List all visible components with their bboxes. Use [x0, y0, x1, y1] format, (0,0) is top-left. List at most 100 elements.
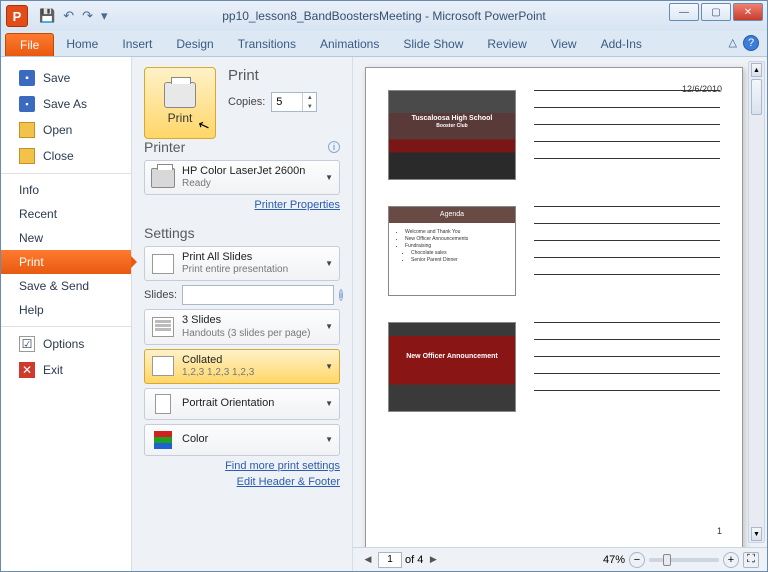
- sidebar-item-open[interactable]: Open: [1, 117, 131, 143]
- printer-icon: [164, 82, 196, 108]
- info-icon[interactable]: i: [339, 289, 343, 301]
- handout-row: Tuscaloosa High SchoolBooster Club: [388, 90, 720, 180]
- copies-input[interactable]: [272, 96, 302, 108]
- tab-insert[interactable]: Insert: [110, 32, 164, 56]
- spinner-up-icon[interactable]: ▲: [303, 93, 316, 102]
- notes-lines: [534, 206, 720, 291]
- sidebar-item-exit[interactable]: ✕Exit: [1, 357, 131, 383]
- app-window: P 💾 ↶ ↷ ▾ pp10_lesson8_BandBoostersMeeti…: [0, 0, 768, 572]
- print-preview-pane: 12/6/2010 1 Tuscaloosa High SchoolBooste…: [353, 57, 767, 571]
- printer-dropdown[interactable]: HP Color LaserJet 2600nReady ▼: [144, 160, 340, 195]
- printer-heading: Printer: [144, 139, 185, 155]
- chevron-down-icon: ▼: [325, 362, 333, 371]
- sidebar-item-info[interactable]: Info: [1, 178, 131, 202]
- title-bar: P 💾 ↶ ↷ ▾ pp10_lesson8_BandBoostersMeeti…: [1, 1, 767, 31]
- sidebar-item-recent[interactable]: Recent: [1, 202, 131, 226]
- chevron-down-icon: ▼: [325, 399, 333, 408]
- zoom-slider[interactable]: [649, 558, 719, 562]
- close-folder-icon: [19, 148, 35, 164]
- chevron-down-icon: ▼: [325, 259, 333, 268]
- current-page-input[interactable]: [378, 552, 402, 568]
- window-title: pp10_lesson8_BandBoostersMeeting - Micro…: [222, 9, 546, 23]
- tab-slideshow[interactable]: Slide Show: [391, 32, 475, 56]
- sidebar-item-options[interactable]: ☑Options: [1, 331, 131, 357]
- open-icon: [19, 122, 35, 138]
- notes-lines: [534, 90, 720, 175]
- slide-thumb-2: Agenda Welcome and Thank YouNew Officer …: [388, 206, 516, 296]
- prev-page-button[interactable]: ◀: [361, 552, 375, 568]
- slides-range-input[interactable]: [182, 285, 334, 305]
- minimize-ribbon-icon[interactable]: △: [729, 36, 737, 49]
- handout-3-icon: [152, 317, 174, 337]
- print-settings-panel: Print ↖ Print Copies: ▲▼ Printeri HP Col…: [131, 57, 353, 571]
- tab-animations[interactable]: Animations: [308, 32, 391, 56]
- handout-row: Agenda Welcome and Thank YouNew Officer …: [388, 206, 720, 296]
- handout-row: New Officer Announcement: [388, 322, 720, 412]
- zoom-slider-handle[interactable]: [663, 554, 671, 566]
- qat-more-icon[interactable]: ▾: [101, 8, 108, 24]
- scroll-up-icon[interactable]: ▲: [751, 63, 762, 77]
- close-button[interactable]: ✕: [733, 3, 763, 21]
- copies-label: Copies:: [228, 96, 265, 108]
- backstage-sidebar: ▪Save ▪Save As Open Close Info Recent Ne…: [1, 57, 131, 571]
- tab-review[interactable]: Review: [475, 32, 538, 56]
- save-as-icon: ▪: [19, 96, 35, 112]
- orientation-dropdown[interactable]: Portrait Orientation ▼: [144, 388, 340, 420]
- slide-thumb-3: New Officer Announcement: [388, 322, 516, 412]
- sidebar-item-save[interactable]: ▪Save: [1, 65, 131, 91]
- cursor-icon: ↖: [196, 116, 213, 136]
- ribbon-tabs: File Home Insert Design Transitions Anim…: [1, 31, 767, 57]
- chevron-down-icon: ▼: [325, 322, 333, 331]
- next-page-button[interactable]: ▶: [426, 552, 440, 568]
- tab-home[interactable]: Home: [54, 32, 110, 56]
- color-dropdown[interactable]: Color ▼: [144, 424, 340, 456]
- chevron-down-icon: ▼: [325, 435, 333, 444]
- scroll-down-icon[interactable]: ▼: [751, 527, 762, 541]
- qat-redo-icon[interactable]: ↷: [82, 8, 93, 24]
- sidebar-item-help[interactable]: Help: [1, 298, 131, 322]
- preview-date: 12/6/2010: [682, 84, 722, 94]
- exit-icon: ✕: [19, 362, 35, 378]
- sidebar-item-saveas[interactable]: ▪Save As: [1, 91, 131, 117]
- zoom-out-button[interactable]: −: [629, 552, 645, 568]
- scroll-thumb[interactable]: [751, 79, 762, 115]
- page-total-label: of 4: [405, 554, 423, 566]
- slides-icon: [152, 254, 174, 274]
- slides-label: Slides:: [144, 289, 177, 301]
- notes-lines: [534, 322, 720, 407]
- tab-file[interactable]: File: [5, 33, 54, 56]
- tab-view[interactable]: View: [539, 32, 589, 56]
- more-settings-link[interactable]: Find more print settings: [144, 460, 340, 472]
- collate-icon: [152, 356, 174, 376]
- tab-transitions[interactable]: Transitions: [226, 32, 308, 56]
- collate-dropdown[interactable]: Collated1,2,3 1,2,3 1,2,3 ▼: [144, 349, 340, 384]
- fit-page-button[interactable]: ⛶: [743, 552, 759, 568]
- app-icon: P: [6, 5, 28, 27]
- minimize-button[interactable]: —: [669, 3, 699, 21]
- info-icon[interactable]: i: [328, 141, 340, 153]
- settings-heading: Settings: [144, 225, 195, 241]
- qat-undo-icon[interactable]: ↶: [63, 8, 74, 24]
- sidebar-item-close[interactable]: Close: [1, 143, 131, 169]
- vertical-scrollbar[interactable]: ▲ ▼: [748, 61, 765, 543]
- zoom-in-button[interactable]: +: [723, 552, 739, 568]
- save-icon: ▪: [19, 70, 35, 86]
- preview-status-bar: ◀ of 4 ▶ 47% − + ⛶: [353, 547, 767, 571]
- print-what-dropdown[interactable]: Print All SlidesPrint entire presentatio…: [144, 246, 340, 281]
- help-icon[interactable]: ?: [743, 35, 759, 51]
- maximize-button[interactable]: ▢: [701, 3, 731, 21]
- tab-addins[interactable]: Add-Ins: [589, 32, 654, 56]
- qat-save-icon[interactable]: 💾: [39, 8, 55, 24]
- slide-thumb-1: Tuscaloosa High SchoolBooster Club: [388, 90, 516, 180]
- preview-page: 12/6/2010 1 Tuscaloosa High SchoolBooste…: [365, 67, 743, 547]
- copies-spinner[interactable]: ▲▼: [271, 92, 317, 112]
- printer-properties-link[interactable]: Printer Properties: [144, 199, 340, 211]
- sidebar-item-new[interactable]: New: [1, 226, 131, 250]
- sidebar-item-print[interactable]: Print: [1, 250, 131, 274]
- spinner-down-icon[interactable]: ▼: [303, 102, 316, 111]
- edit-header-footer-link[interactable]: Edit Header & Footer: [144, 476, 340, 488]
- print-button[interactable]: Print ↖: [144, 67, 216, 139]
- sidebar-item-savesend[interactable]: Save & Send: [1, 274, 131, 298]
- layout-dropdown[interactable]: 3 SlidesHandouts (3 slides per page) ▼: [144, 309, 340, 344]
- tab-design[interactable]: Design: [164, 32, 225, 56]
